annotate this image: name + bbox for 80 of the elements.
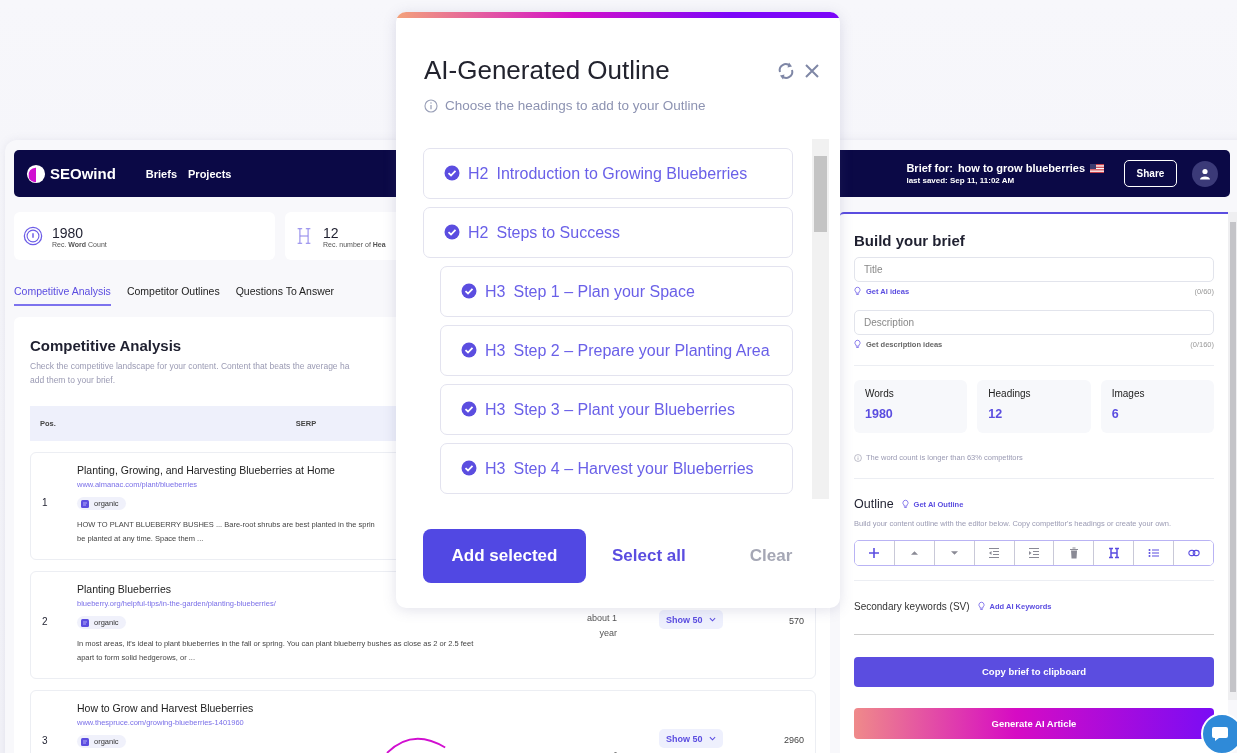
tab[interactable]: Competitive Analysis	[14, 285, 111, 306]
lightbulb-icon	[977, 601, 985, 612]
position-cell-text: 1	[41, 497, 49, 510]
description-line: add them to your brief.	[30, 375, 117, 385]
outdent-icon	[988, 546, 1001, 559]
toolbar-button[interactable]	[855, 541, 895, 565]
caret-down-icon	[950, 550, 958, 555]
outline-item[interactable]: H3 Step 2 – Prepare your Planting Area	[440, 325, 793, 376]
input-field[interactable]: Title	[854, 257, 1214, 282]
list-icon	[1147, 546, 1160, 559]
panel-title: Build your brief	[854, 232, 965, 249]
indent-icon	[1028, 546, 1040, 559]
share-button[interactable]: Share	[1124, 160, 1177, 187]
metric-value: 12	[988, 407, 1004, 421]
metric-label: Headings	[988, 388, 1032, 399]
flag-icon	[1090, 163, 1104, 173]
description-line: Check the competitive landscape for your content. Content that beats the average ha	[30, 361, 351, 371]
scrollbar[interactable]	[1228, 212, 1237, 700]
scrollbar[interactable]	[812, 139, 829, 499]
metric-value: 6	[1111, 407, 1120, 421]
outline-item[interactable]: H3 Step 3 – Plant your Blueberries	[440, 384, 793, 435]
generate-button[interactable]: Generate AI Article	[854, 708, 1214, 739]
last-saved: last saved: Sep 11, 11:02 AM	[906, 176, 1016, 185]
lightbulb-icon	[901, 499, 909, 509]
brief-keyword: how to grow blueberries	[957, 162, 1085, 174]
heading-icon	[1107, 546, 1120, 559]
tab[interactable]: Competitor Outlines	[126, 285, 220, 306]
metric-label: Words	[865, 388, 895, 399]
result-title: Planting, Growing, and Harvesting Blueberries at Home	[77, 464, 335, 476]
result-title: How to Grow and Harvest Blueberries	[77, 702, 254, 714]
logo-icon	[26, 163, 46, 184]
outline-title: Outline	[854, 497, 894, 511]
chevron-icon	[708, 617, 716, 622]
text-button[interactable]: Select all	[612, 546, 686, 566]
plus-icon	[868, 546, 881, 559]
dialog-title: AI-Generated Outline	[424, 55, 671, 86]
section-title: Competitive Analysis	[30, 337, 182, 354]
tab[interactable]: Questions To Answer	[235, 285, 335, 306]
copy-button[interactable]: Copy brief to clipboard	[854, 656, 1214, 688]
info-icon	[854, 453, 862, 462]
result-title: Planting Blueberries	[77, 583, 171, 595]
count-cell: 570	[788, 616, 804, 626]
document-icon	[81, 499, 89, 508]
caret-up-icon	[910, 550, 918, 555]
nav-link[interactable]: Projects	[188, 167, 232, 180]
show-dropdown[interactable]: Show 50	[659, 610, 723, 629]
input-field[interactable]: Description	[854, 310, 1214, 335]
metric-value: 1980	[865, 407, 894, 421]
age-cell-text: -	[614, 746, 617, 753]
trash-icon	[1067, 546, 1080, 559]
outline-item[interactable]: H3 Step 4 – Harvest your Blueberries	[440, 443, 793, 494]
chat-icon	[1211, 726, 1229, 742]
gauge-icon	[23, 226, 43, 246]
outline-item[interactable]: H2 Introduction to Growing Blueberries	[423, 148, 793, 199]
user-icon	[1199, 167, 1211, 180]
metric-label: Images	[1111, 388, 1146, 399]
outline-item[interactable]: H3 Step 1 – Plan your Space	[440, 266, 793, 317]
refresh-icon[interactable]	[776, 60, 796, 81]
logo-text[interactable]: SEOwind	[50, 165, 116, 182]
stat-value: 1980	[52, 224, 85, 241]
keywords-label: Secondary keywords (SV)	[854, 600, 970, 612]
count-cell: 2960	[783, 735, 804, 745]
dialog-hint: Choose the headings to add to your Outline	[445, 98, 706, 113]
document-icon	[81, 737, 89, 746]
avatar-button[interactable]	[1192, 160, 1218, 187]
info-icon	[424, 98, 438, 113]
position-cell-text: 3	[41, 735, 49, 748]
outline-item[interactable]: H2 Steps to Success	[423, 207, 793, 258]
document-icon	[81, 618, 89, 627]
brief-label: Brief for:	[906, 162, 953, 174]
chevron-icon	[708, 736, 716, 741]
lightbulb-icon	[854, 339, 861, 349]
stat-value: 12	[323, 224, 340, 241]
nav-link[interactable]: Briefs	[145, 167, 178, 180]
age-cell-text: about 1 year	[585, 612, 617, 640]
position-cell-text: 2	[41, 616, 49, 629]
show-dropdown[interactable]: Show 50	[659, 729, 723, 748]
add-button[interactable]: Add selected	[423, 529, 586, 583]
close-icon[interactable]	[804, 62, 820, 79]
lightbulb-icon	[854, 286, 861, 296]
